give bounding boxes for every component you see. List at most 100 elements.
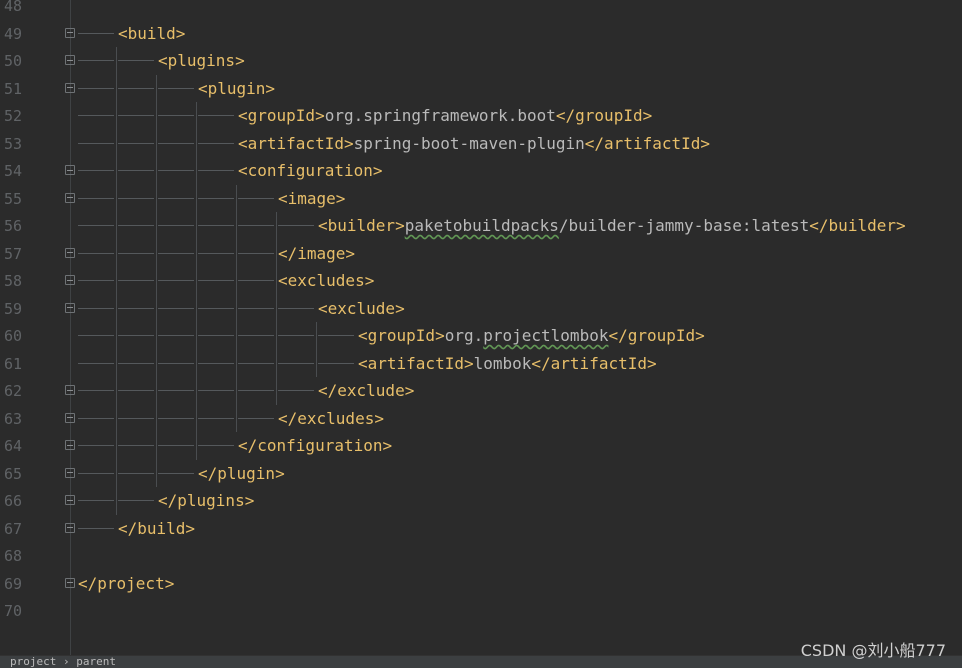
indent-guide	[118, 417, 154, 419]
code-line[interactable]: 51 <plugin>	[0, 75, 962, 102]
code-line[interactable]: 57 </image>	[0, 240, 962, 267]
indent-guide	[198, 115, 234, 116]
fold-toggle-icon[interactable]	[65, 302, 75, 313]
line-number: 60	[3, 327, 22, 345]
code-line[interactable]: 58 <excludes>	[0, 267, 962, 294]
code-line[interactable]: 67 </build>	[0, 515, 962, 542]
indent-guide	[158, 417, 194, 419]
indent-guide	[118, 307, 154, 309]
fold-toggle-icon[interactable]	[65, 495, 75, 505]
code-line[interactable]: 63 </excludes>	[0, 405, 962, 432]
xml-tag: <plugins>	[158, 51, 245, 70]
code-content[interactable]: </project>	[78, 573, 174, 595]
code-line[interactable]: 49 <build>	[0, 20, 962, 47]
indent-guide	[118, 280, 154, 281]
code-line[interactable]: 48	[0, 0, 962, 19]
code-content[interactable]: <exclude>	[318, 298, 405, 320]
fold-toggle-icon[interactable]	[65, 412, 75, 423]
line-number: 58	[3, 272, 22, 290]
fold-toggle-icon[interactable]	[65, 82, 75, 93]
fold-toggle-icon[interactable]	[65, 55, 75, 65]
code-line[interactable]: 64 </configuration>	[0, 432, 962, 459]
indent-guide	[78, 335, 114, 336]
xml-text: lombok	[473, 353, 532, 373]
code-line[interactable]: 66 </plugins>	[0, 487, 962, 514]
indent-guide	[118, 390, 154, 391]
fold-toggle-icon[interactable]	[65, 247, 75, 258]
indent-guide	[158, 87, 194, 89]
indent-guide	[158, 307, 194, 309]
vertical-indent-guide	[156, 74, 157, 487]
code-content[interactable]: <groupId>org.projectlombok</groupId>	[358, 325, 705, 347]
code-content[interactable]: <plugin>	[198, 78, 275, 100]
code-line[interactable]: 54 <configuration>	[0, 157, 962, 184]
indent-guide	[238, 280, 274, 281]
line-number: 54	[3, 162, 22, 180]
code-content[interactable]: <configuration>	[238, 160, 383, 182]
code-content[interactable]: <groupId>org.springframework.boot</group…	[238, 105, 652, 127]
code-line[interactable]: 62 </exclude>	[0, 377, 962, 404]
xml-tag: <image>	[278, 188, 346, 208]
code-content[interactable]: </build>	[118, 518, 195, 540]
code-content[interactable]: </configuration>	[238, 435, 392, 457]
line-number: 67	[3, 519, 22, 538]
code-content[interactable]: </plugin>	[198, 463, 285, 485]
code-content[interactable]: <artifactId>spring-boot-maven-plugin</ar…	[238, 133, 710, 155]
code-content[interactable]: <builder>paketobuildpacks/builder-jammy-…	[318, 215, 906, 237]
code-content[interactable]: <image>	[278, 188, 345, 210]
fold-toggle-icon[interactable]	[65, 440, 75, 450]
code-line[interactable]: 52 <groupId>org.springframework.boot</gro…	[0, 102, 962, 129]
xml-tag: </project>	[78, 573, 175, 593]
fold-toggle-icon[interactable]	[65, 522, 75, 533]
fold-toggle-icon[interactable]	[65, 385, 75, 395]
code-line[interactable]: 61 <artifactId>lombok</artifactId>	[0, 350, 962, 377]
indent-guide	[238, 362, 274, 364]
code-line[interactable]: 68	[0, 542, 962, 569]
xml-tag: </exclude>	[318, 381, 415, 400]
fold-toggle-icon[interactable]	[65, 275, 75, 285]
indent-guide	[118, 142, 154, 144]
xml-tag: </build>	[118, 518, 196, 538]
indent-guide	[118, 472, 154, 474]
code-line[interactable]: 59 <exclude>	[0, 295, 962, 322]
indent-guide	[198, 417, 234, 419]
indent-guide	[158, 390, 194, 391]
code-line[interactable]: 53 <artifactId>spring-boot-maven-plugin</…	[0, 130, 962, 157]
indent-guide	[78, 87, 114, 89]
indent-guide	[118, 362, 154, 364]
code-content[interactable]: </excludes>	[278, 408, 384, 430]
fold-toggle-icon[interactable]	[65, 27, 75, 38]
fold-toggle-icon[interactable]	[65, 577, 75, 588]
line-number: 61	[3, 354, 22, 373]
code-line[interactable]: 56 <builder>paketobuildpacks/builder-jamm…	[0, 212, 962, 239]
code-line[interactable]: 50 <plugins>	[0, 47, 962, 74]
code-content[interactable]: <plugins>	[158, 50, 245, 72]
indent-guide	[118, 252, 154, 254]
code-line[interactable]: 55 <image>	[0, 185, 962, 212]
code-content[interactable]: </plugins>	[158, 490, 254, 512]
xml-tag: <build>	[118, 23, 186, 43]
code-content[interactable]: </exclude>	[318, 380, 414, 402]
code-line[interactable]: 65 </plugin>	[0, 460, 962, 487]
breadcrumb[interactable]: project › parent	[10, 656, 116, 668]
xml-tag: </groupId>	[608, 326, 705, 345]
indent-guide	[198, 335, 234, 336]
code-content[interactable]: </image>	[278, 243, 355, 265]
code-content[interactable]: <excludes>	[278, 270, 374, 292]
code-content[interactable]: <build>	[118, 23, 185, 45]
fold-toggle-icon[interactable]	[65, 192, 75, 203]
line-number: 69	[3, 574, 22, 593]
fold-toggle-icon[interactable]	[65, 467, 75, 478]
code-line[interactable]: 60 <groupId>org.projectlombok</groupId>	[0, 322, 962, 349]
code-content[interactable]: <artifactId>lombok</artifactId>	[358, 353, 657, 375]
line-number: 51	[3, 79, 22, 98]
line-number: 66	[3, 492, 22, 510]
fold-toggle-icon[interactable]	[65, 165, 75, 175]
code-editor[interactable]: 48 49 <build> 50 <plugins> 51 <plugin> 52 <group…	[0, 0, 962, 655]
indent-guide	[238, 252, 274, 254]
code-line[interactable]: 69 </project>	[0, 570, 962, 597]
indent-guide	[238, 335, 274, 336]
code-line[interactable]: 70	[0, 597, 962, 624]
indent-guide	[318, 362, 354, 364]
line-number: 52	[3, 107, 22, 125]
